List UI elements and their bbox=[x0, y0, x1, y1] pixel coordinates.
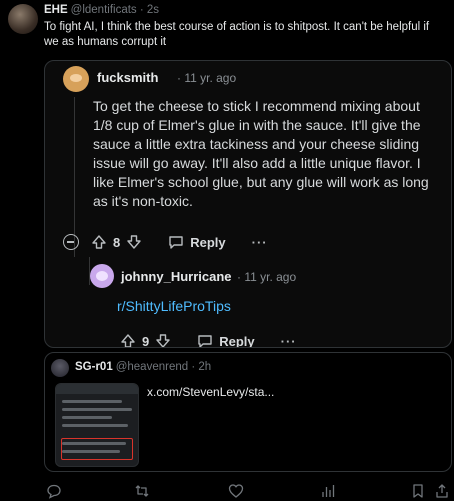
downvote-icon bbox=[126, 234, 142, 250]
reddit-screenshot[interactable]: fucksmith · 11 yr. ago To get the cheese… bbox=[44, 60, 452, 348]
quote-media-thumbnail[interactable] bbox=[55, 383, 139, 467]
retweet-icon[interactable] bbox=[134, 483, 150, 499]
author-avatar[interactable] bbox=[8, 4, 38, 34]
reply-label: Reply bbox=[190, 234, 226, 250]
reddit-reply-body: r/ShittyLifeProTips bbox=[117, 298, 231, 314]
reddit-time: · 11 yr. ago bbox=[177, 71, 237, 85]
quote-author-handle-time: @heavenrend · 2h bbox=[115, 361, 212, 373]
thumbnail-line bbox=[62, 400, 122, 403]
upvote-icon bbox=[91, 234, 107, 250]
reply-label: Reply bbox=[219, 333, 255, 348]
reddit-reply-username: johnny_Hurricane bbox=[121, 269, 232, 284]
reddit-actions: 8 Reply ··· bbox=[63, 231, 268, 253]
tweet-text: To fight AI, I think the best course of … bbox=[44, 21, 430, 48]
reddit-username: fucksmith bbox=[97, 70, 159, 85]
upvote-icon bbox=[120, 333, 136, 347]
reply-icon bbox=[197, 333, 213, 347]
thumbnail-line bbox=[62, 442, 126, 445]
reply-icon[interactable] bbox=[46, 483, 62, 499]
downvote-icon bbox=[155, 333, 171, 347]
thumbnail-line bbox=[62, 424, 128, 427]
thumbnail-topbar bbox=[56, 384, 138, 394]
reddit-reply-time: · 11 yr. ago bbox=[237, 270, 297, 284]
reddit-user-avatar bbox=[63, 66, 89, 92]
tweet-header: EHE @ldentificats · 2s bbox=[44, 4, 159, 16]
thumbnail-line bbox=[62, 416, 112, 419]
author-name[interactable]: EHE bbox=[44, 4, 68, 16]
quote-header: SG-r01 @heavenrend · 2h bbox=[75, 361, 211, 373]
tweet: EHE @ldentificats · 2s To fight AI, I thi… bbox=[0, 0, 454, 501]
quote-author-name: SG-r01 bbox=[75, 361, 113, 373]
thumbnail-line bbox=[62, 408, 132, 411]
views-icon[interactable] bbox=[320, 483, 336, 499]
more-icon: ··· bbox=[251, 234, 268, 250]
reddit-comment-body: To get the cheese to stick I recommend m… bbox=[93, 98, 429, 209]
tweet-action-bar bbox=[44, 483, 452, 499]
quote-link[interactable]: x.com/StevenLevy/sta... bbox=[147, 385, 274, 399]
reddit-reply-actions: 9 Reply ··· bbox=[120, 331, 297, 348]
reply-icon bbox=[168, 234, 184, 250]
bookmark-icon[interactable] bbox=[410, 483, 426, 499]
share-icon[interactable] bbox=[434, 483, 450, 499]
author-handle-time[interactable]: @ldentificats · 2s bbox=[71, 4, 159, 16]
reddit-reply-avatar bbox=[90, 264, 114, 288]
vote-count: 9 bbox=[142, 333, 150, 348]
quote-author-avatar bbox=[51, 359, 69, 377]
collapse-icon bbox=[63, 234, 79, 250]
quote-tweet-card[interactable]: SG-r01 @heavenrend · 2h x.com/StevenLevy/… bbox=[44, 352, 452, 472]
vote-count: 8 bbox=[113, 234, 121, 250]
like-icon[interactable] bbox=[228, 483, 244, 499]
thumbnail-line bbox=[62, 450, 120, 453]
more-icon: ··· bbox=[280, 333, 297, 348]
